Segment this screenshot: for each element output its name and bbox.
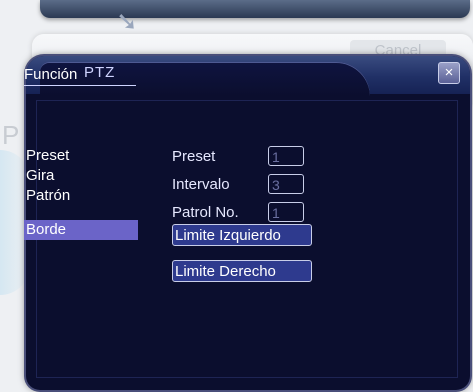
menu-header: Función xyxy=(24,66,136,86)
preset-input[interactable]: 1 xyxy=(268,146,304,166)
preset-label: Preset xyxy=(172,148,216,165)
close-icon[interactable]: × xyxy=(438,62,460,84)
background-letter: P xyxy=(2,120,20,150)
limite-izquierdo-button[interactable]: Limite Izquierdo xyxy=(172,224,312,246)
menu-item-preset[interactable]: Preset xyxy=(24,146,138,166)
patrol-no-label: Patrol No. xyxy=(172,204,239,221)
patrol-no-input[interactable]: 1 xyxy=(268,202,304,222)
menu-item-borde[interactable]: Borde xyxy=(24,220,138,240)
background-window-bar xyxy=(40,0,470,18)
limite-derecho-button[interactable]: Limite Derecho xyxy=(172,260,312,282)
intervalo-input[interactable]: 3 xyxy=(268,174,304,194)
intervalo-label: Intervalo xyxy=(172,176,230,193)
down-arrow-icon: ➘ xyxy=(116,6,138,36)
menu-item-gira[interactable]: Gira xyxy=(24,166,138,186)
menu-item-patron[interactable]: Patrón xyxy=(24,186,138,206)
